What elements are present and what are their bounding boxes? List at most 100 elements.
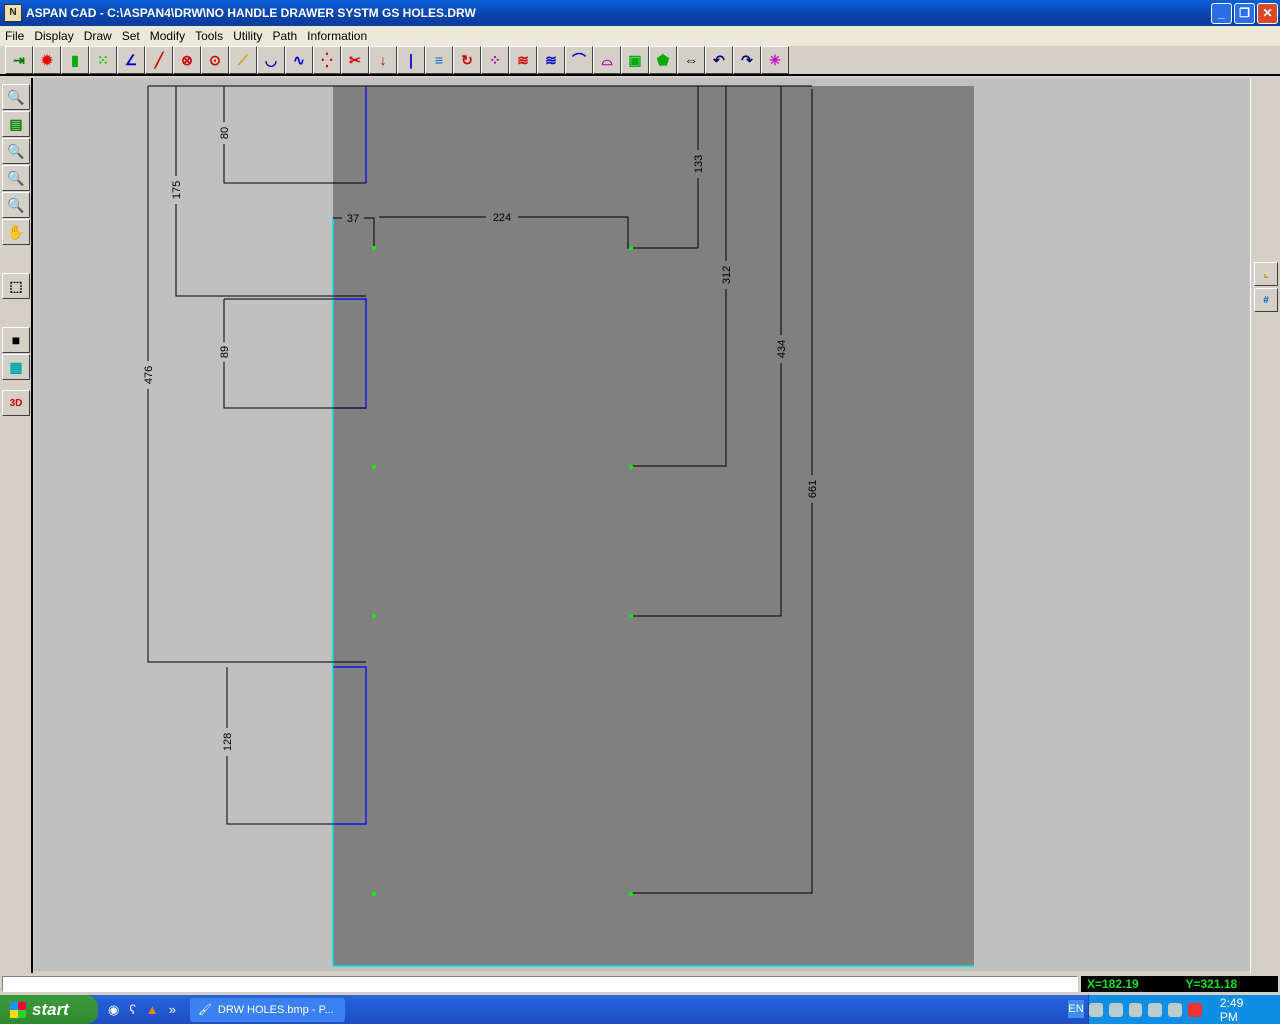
block-icon[interactable]: ▣	[621, 46, 649, 74]
drawing-canvas[interactable]: 80 175 89 476 128 37 224 133 312 434 661	[34, 78, 1250, 971]
title-bar: N ASPAN CAD - C:\ASPAN4\DRW\NO HANDLE DR…	[0, 0, 1280, 26]
taskbar-item-label: DRW HOLES.bmp - P...	[217, 1003, 334, 1016]
hole-point[interactable]	[372, 614, 376, 618]
taskbar-item-paint[interactable]: 🖌 DRW HOLES.bmp - P...	[189, 997, 345, 1022]
tray-security-icon[interactable]	[1089, 1002, 1103, 1017]
rectangle-points-icon[interactable]: ⁛	[313, 46, 341, 74]
tray-wireless-icon[interactable]	[1108, 1002, 1123, 1017]
array-icon[interactable]: ⁘	[481, 46, 509, 74]
rotate-icon[interactable]: ↻	[453, 46, 481, 74]
dim-224: 224	[493, 212, 511, 224]
menu-display[interactable]: Display	[29, 29, 78, 43]
snap-axis-icon[interactable]: ⌞	[1254, 262, 1278, 286]
zoom-in-icon[interactable]: 🔍	[2, 192, 30, 218]
exit-door-icon[interactable]: ⇥	[5, 46, 33, 74]
zoom-window-icon[interactable]: 🔍	[2, 84, 30, 110]
main-toolbar: ⇥ ✹ ▮ ⁙ ∠ ╱ ⊗ ⊙ ⟋ ◡ ∿ ⁛ ✂ ↓ ❘ ≡ ↻ ⁘ ≋ ≋ …	[0, 46, 1280, 76]
quicklaunch-app-icon[interactable]: ʕ	[129, 1002, 136, 1017]
menu-draw[interactable]: Draw	[79, 29, 117, 43]
circle-3pt-icon[interactable]: ⊗	[173, 46, 201, 74]
hole-point[interactable]	[629, 892, 633, 896]
tray-volume-icon[interactable]	[1148, 1002, 1163, 1017]
menu-set[interactable]: Set	[117, 29, 145, 43]
trim-icon[interactable]: ✂	[341, 46, 369, 74]
fillet-icon[interactable]: ⌒	[565, 46, 593, 74]
gears-icon[interactable]: ✹	[33, 46, 61, 74]
zoom-out-icon[interactable]: 🔍	[2, 138, 30, 164]
multiline-icon[interactable]: ≋	[509, 46, 537, 74]
3d-view-icon[interactable]: 3D	[2, 390, 30, 416]
layer-view-icon[interactable]: ▦	[2, 354, 30, 380]
dim-80: 80	[219, 127, 231, 139]
point-grid-icon[interactable]: ⁙	[89, 46, 117, 74]
angle-line-icon[interactable]: ∠	[117, 46, 145, 74]
menu-utility[interactable]: Utility	[228, 29, 267, 43]
dim-37: 37	[347, 213, 359, 225]
quicklaunch-more[interactable]: »	[169, 1002, 176, 1017]
offset-icon[interactable]: ≡	[425, 46, 453, 74]
dim-128: 128	[222, 733, 234, 751]
menu-modify[interactable]: Modify	[145, 29, 190, 43]
undo-icon[interactable]: ↶	[705, 46, 733, 74]
start-label: start	[32, 999, 69, 1019]
system-tray: 2:49 PM	[1088, 995, 1280, 1024]
dim-661: 661	[807, 480, 819, 498]
arc-icon[interactable]: ◡	[257, 46, 285, 74]
taskbar: start ◉ ʕ ▲ » 🖌 DRW HOLES.bmp - P... EN 2…	[0, 995, 1280, 1024]
tray-network-disconnected-icon[interactable]	[1128, 1002, 1143, 1017]
menu-tools[interactable]: Tools	[190, 29, 228, 43]
multiline-2-icon[interactable]: ≋	[537, 46, 565, 74]
hole-point[interactable]	[372, 465, 376, 469]
dim-89: 89	[219, 346, 231, 358]
restore-button[interactable]: ❐	[1234, 2, 1255, 24]
status-message	[2, 976, 1078, 992]
close-button[interactable]: ✕	[1257, 2, 1278, 24]
redo-icon[interactable]: ↷	[733, 46, 761, 74]
solid-cube-icon[interactable]: ■	[2, 327, 30, 353]
explode-icon[interactable]: ✳	[761, 46, 789, 74]
coordinate-readout: X=182.19 Y=321.18	[1081, 976, 1278, 992]
dimension-icon[interactable]: ⇔	[677, 46, 705, 74]
line-icon[interactable]: ╱	[145, 46, 173, 74]
menu-bar: File Display Draw Set Modify Tools Utili…	[0, 26, 1280, 46]
curve-icon[interactable]: ∿	[285, 46, 313, 74]
pen-icon[interactable]: ↓	[369, 46, 397, 74]
y-coordinate: Y=321.18	[1185, 977, 1238, 991]
pan-hand-icon[interactable]: ✋	[2, 219, 30, 245]
quicklaunch-vlc-icon[interactable]: ▲	[146, 1002, 159, 1017]
dim-312: 312	[721, 266, 733, 284]
tangent-line-icon[interactable]: ⟋	[229, 46, 257, 74]
tray-safely-remove-icon[interactable]	[1168, 1002, 1183, 1017]
dim-434: 434	[776, 340, 788, 358]
menu-file[interactable]: File	[0, 29, 29, 43]
drawing: 80 175 89 476 128 37 224 133 312 434 661	[142, 85, 974, 967]
language-indicator[interactable]: EN	[1068, 1000, 1084, 1018]
tray-app-icon[interactable]	[1188, 1002, 1202, 1017]
paint-icon: 🖌	[197, 1004, 212, 1016]
hole-point[interactable]	[372, 246, 376, 250]
start-button[interactable]: start	[0, 995, 98, 1024]
grid-icon[interactable]: #	[1254, 288, 1278, 312]
zoom-all-icon[interactable]: ▤	[2, 111, 30, 137]
menu-information[interactable]: Information	[302, 29, 372, 43]
rainbow-arc-icon[interactable]: ⌓	[593, 46, 621, 74]
circle-radius-icon[interactable]: ⊙	[201, 46, 229, 74]
window-title: ASPAN CAD - C:\ASPAN4\DRW\NO HANDLE DRAW…	[26, 6, 476, 20]
cylinder-icon[interactable]: ▮	[61, 46, 89, 74]
aspan-logo-icon[interactable]: N	[4, 4, 22, 22]
hole-point[interactable]	[629, 246, 633, 250]
hole-point[interactable]	[372, 892, 376, 896]
hole-point[interactable]	[629, 614, 633, 618]
dim-175: 175	[171, 181, 183, 199]
zoom-previous-icon[interactable]: 🔍	[2, 165, 30, 191]
wireframe-cube-icon[interactable]: ⬚	[2, 273, 30, 299]
minimize-button[interactable]: _	[1211, 2, 1232, 24]
pencil-icon[interactable]: ❘	[397, 46, 425, 74]
snap-toolbar: ⌞ #	[1250, 78, 1280, 973]
menu-path[interactable]: Path	[267, 29, 302, 43]
hole-point[interactable]	[629, 465, 633, 469]
view-toolbar: 🔍 ▤ 🔍 🔍 🔍 ✋ ⬚ ■ ▦ 3D	[0, 78, 33, 973]
drawing-sheet	[333, 86, 974, 966]
quicklaunch-ie-icon[interactable]: ◉	[108, 1002, 119, 1018]
shield-icon[interactable]: ⬟	[649, 46, 677, 74]
